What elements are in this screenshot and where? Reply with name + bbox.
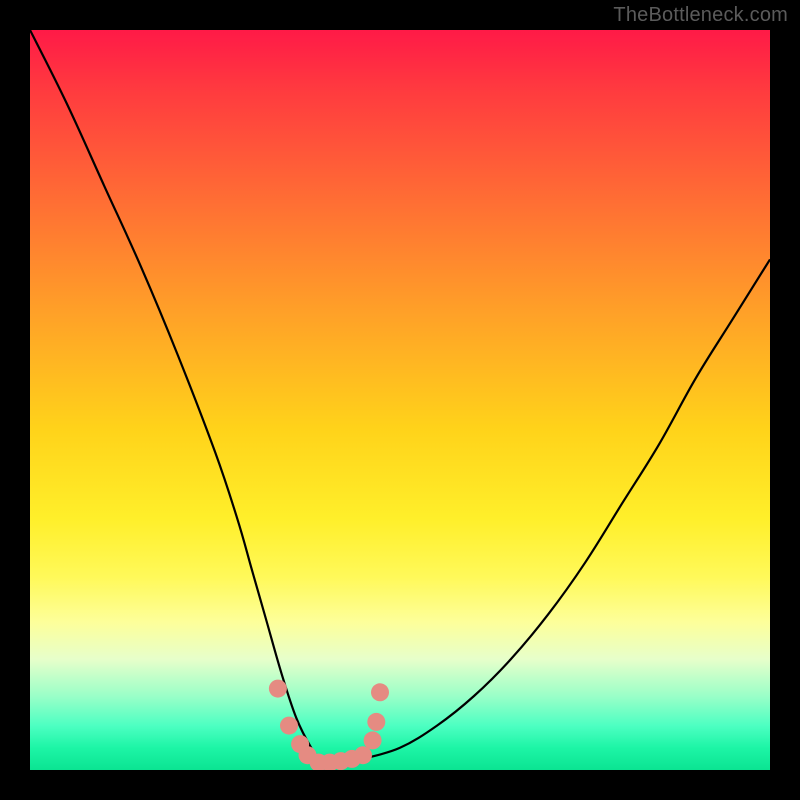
- marker-dot: [269, 680, 287, 698]
- marker-dot: [364, 731, 382, 749]
- watermark-text: TheBottleneck.com: [613, 4, 788, 27]
- marker-dot: [367, 713, 385, 731]
- marker-dot: [371, 683, 389, 701]
- marker-dot: [280, 717, 298, 735]
- bottleneck-curve-path: [30, 30, 770, 764]
- curve-svg: [30, 30, 770, 770]
- chart-frame: TheBottleneck.com: [0, 0, 800, 800]
- plot-area: [30, 30, 770, 770]
- marker-dot: [354, 746, 372, 764]
